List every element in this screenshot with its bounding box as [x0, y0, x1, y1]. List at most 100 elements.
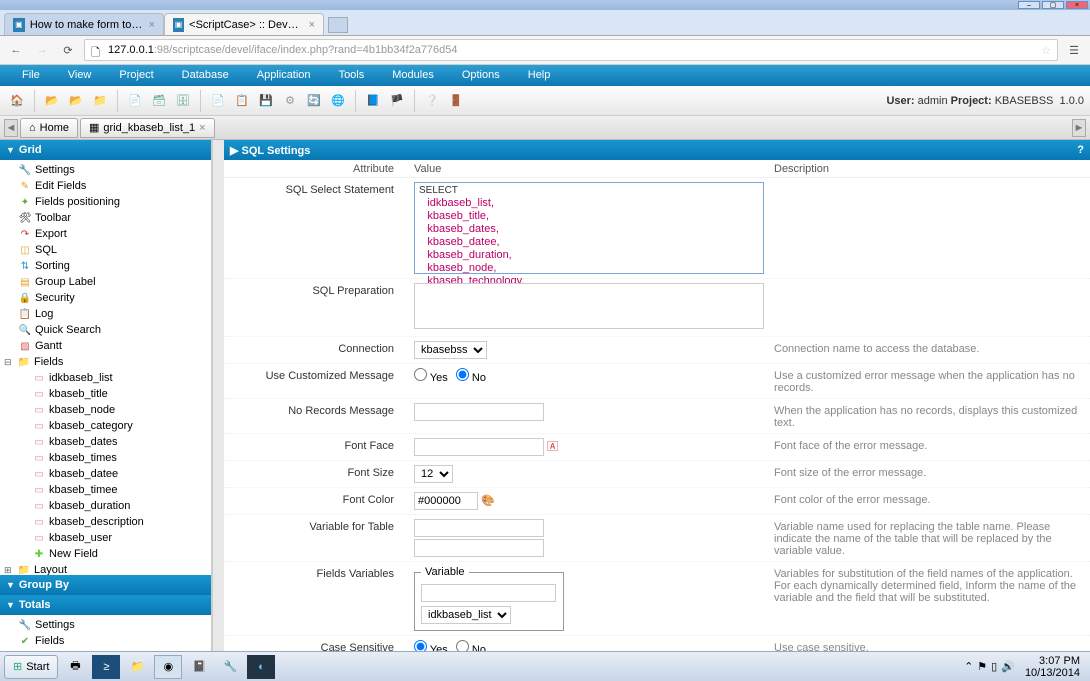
tree-layout[interactable]: ⊞📁Layout [0, 562, 211, 575]
save-icon[interactable]: 💾 [255, 90, 277, 112]
panel-totals-header[interactable]: ▼Totals [0, 595, 211, 615]
db-icon[interactable]: 🗃 [148, 90, 170, 112]
tab-grid-kbaseb[interactable]: ▦ grid_kbaseb_list_1 × [80, 118, 215, 138]
tree-edit-fields[interactable]: ✎Edit Fields [0, 178, 211, 194]
menu-icon[interactable]: ☰ [1064, 40, 1084, 60]
tree-toolbar[interactable]: 🛠Toolbar [0, 210, 211, 226]
start-button[interactable]: ⊞ Start [4, 655, 58, 679]
task-chrome-icon[interactable]: ◉ [154, 655, 182, 679]
open3-icon[interactable]: 📁 [89, 90, 111, 112]
sql-select-textarea[interactable]: SELECT idkbaseb_list, kbaseb_title, kbas… [414, 182, 764, 274]
case-sens-yes[interactable]: Yes [414, 640, 448, 651]
help-icon[interactable]: ❔ [421, 90, 443, 112]
reload-button[interactable]: ⟳ [58, 40, 78, 60]
task-app1-icon[interactable]: 🔧 [216, 655, 244, 679]
flag-icon[interactable]: 🏴 [386, 90, 408, 112]
menu-modules[interactable]: Modules [378, 65, 448, 86]
font-size-select[interactable]: 12 [414, 465, 453, 483]
variable-name-input[interactable] [421, 584, 556, 602]
db2-icon[interactable]: 🗄 [172, 90, 194, 112]
menu-project[interactable]: Project [105, 65, 167, 86]
open-icon[interactable]: 📂 [41, 90, 63, 112]
tray-arrow-icon[interactable]: ⌃ [964, 660, 973, 673]
tree-fields-pos[interactable]: ✦Fields positioning [0, 194, 211, 210]
tray-sound-icon[interactable]: 🔊 [1001, 660, 1015, 673]
variable-field-select[interactable]: idkbaseb_list [421, 606, 511, 624]
task-notepad-icon[interactable]: 📓 [185, 655, 213, 679]
tree-fields[interactable]: ⊟📁Fields [0, 354, 211, 370]
tree-quick-search[interactable]: 🔍Quick Search [0, 322, 211, 338]
tree-settings[interactable]: 🔧Settings [0, 162, 211, 178]
close-tab-icon[interactable]: × [309, 19, 315, 31]
home-icon[interactable]: 🏠 [6, 90, 28, 112]
close-tab-icon[interactable]: × [149, 19, 155, 31]
menu-options[interactable]: Options [448, 65, 514, 86]
field-kbaseb-category[interactable]: ▭kbaseb_category [0, 418, 211, 434]
menu-view[interactable]: View [54, 65, 106, 86]
custom-msg-yes[interactable]: Yes [414, 368, 448, 384]
connection-select[interactable]: kbasebss [414, 341, 487, 359]
left-scrollbar[interactable] [212, 140, 224, 651]
browser-tab-2-active[interactable]: ▣ <ScriptCase> :: Development × [164, 13, 324, 35]
task-app2-icon[interactable]: ◐ [247, 655, 275, 679]
new-tab-button[interactable] [328, 17, 348, 33]
field-kbaseb-times[interactable]: ▭kbaseb_times [0, 450, 211, 466]
tab-scroll-right[interactable]: ► [1072, 119, 1086, 137]
book-icon[interactable]: 📘 [362, 90, 384, 112]
field-kbaseb-duration[interactable]: ▭kbaseb_duration [0, 498, 211, 514]
font-color-input[interactable] [414, 492, 478, 510]
tab-scroll-left[interactable]: ◄ [4, 119, 18, 137]
field-kbaseb-timee[interactable]: ▭kbaseb_timee [0, 482, 211, 498]
exit-icon[interactable]: 🚪 [445, 90, 467, 112]
forward-button[interactable]: → [32, 40, 52, 60]
clock[interactable]: 3:07 PM 10/13/2014 [1019, 655, 1086, 679]
field-kbaseb-node[interactable]: ▭kbaseb_node [0, 402, 211, 418]
minimize-window[interactable]: – [1018, 1, 1040, 9]
color-picker-icon[interactable]: 🎨 [481, 495, 495, 507]
tree-log[interactable]: 📋Log [0, 306, 211, 322]
menu-application[interactable]: Application [243, 65, 325, 86]
close-window[interactable]: × [1066, 1, 1088, 9]
menu-file[interactable]: File [8, 65, 54, 86]
menu-help[interactable]: Help [514, 65, 565, 86]
panel-groupby-header[interactable]: ▼Group By [0, 575, 211, 595]
tray-network-icon[interactable]: ▯ [991, 660, 997, 673]
field-kbaseb-title[interactable]: ▭kbaseb_title [0, 386, 211, 402]
browser-tab-1[interactable]: ▣ How to make form to reflect × [4, 13, 164, 35]
tree-group-label[interactable]: ▤Group Label [0, 274, 211, 290]
tab-home[interactable]: ⌂ Home [20, 118, 78, 138]
task-printer-icon[interactable]: 🖶 [61, 655, 89, 679]
field-kbaseb-dates[interactable]: ▭kbaseb_dates [0, 434, 211, 450]
close-tab-icon[interactable]: × [199, 122, 205, 134]
tray-flag-icon[interactable]: ⚑ [977, 660, 987, 673]
tree-sorting[interactable]: ⇅Sorting [0, 258, 211, 274]
gear-icon[interactable]: ⚙ [279, 90, 301, 112]
var-table-input-2[interactable] [414, 539, 544, 557]
menu-tools[interactable]: Tools [325, 65, 379, 86]
task-powershell-icon[interactable]: ≥ [92, 655, 120, 679]
open2-icon[interactable]: 📂 [65, 90, 87, 112]
tree-sql[interactable]: ◫SQL [0, 242, 211, 258]
field-kbaseb-user[interactable]: ▭kbaseb_user [0, 530, 211, 546]
help-icon[interactable]: ? [1077, 144, 1084, 156]
font-face-input[interactable] [414, 438, 544, 456]
field-kbaseb-description[interactable]: ▭kbaseb_description [0, 514, 211, 530]
page-icon[interactable]: 📄 [207, 90, 229, 112]
field-idkbaseb-list[interactable]: ▭idkbaseb_list [0, 370, 211, 386]
copy-icon[interactable]: 📋 [231, 90, 253, 112]
globe-icon[interactable]: 🌐 [327, 90, 349, 112]
tree-new-field[interactable]: ✚New Field [0, 546, 211, 562]
var-table-input-1[interactable] [414, 519, 544, 537]
tree-export[interactable]: ↷Export [0, 226, 211, 242]
sql-prep-textarea[interactable] [414, 283, 764, 329]
totals-settings[interactable]: 🔧Settings [0, 617, 211, 633]
panel-grid-header[interactable]: ▼Grid [0, 140, 211, 160]
font-picker-icon[interactable]: 🄰 [547, 441, 558, 453]
menu-database[interactable]: Database [168, 65, 243, 86]
task-explorer-icon[interactable]: 📁 [123, 655, 151, 679]
maximize-window[interactable]: ▢ [1042, 1, 1064, 9]
custom-msg-no[interactable]: No [456, 368, 486, 384]
no-records-input[interactable] [414, 403, 544, 421]
address-bar[interactable]: 🗋 127.0.0.1:98/scriptcase/devel/iface/in… [84, 39, 1058, 61]
totals-fields[interactable]: ✔Fields [0, 633, 211, 649]
